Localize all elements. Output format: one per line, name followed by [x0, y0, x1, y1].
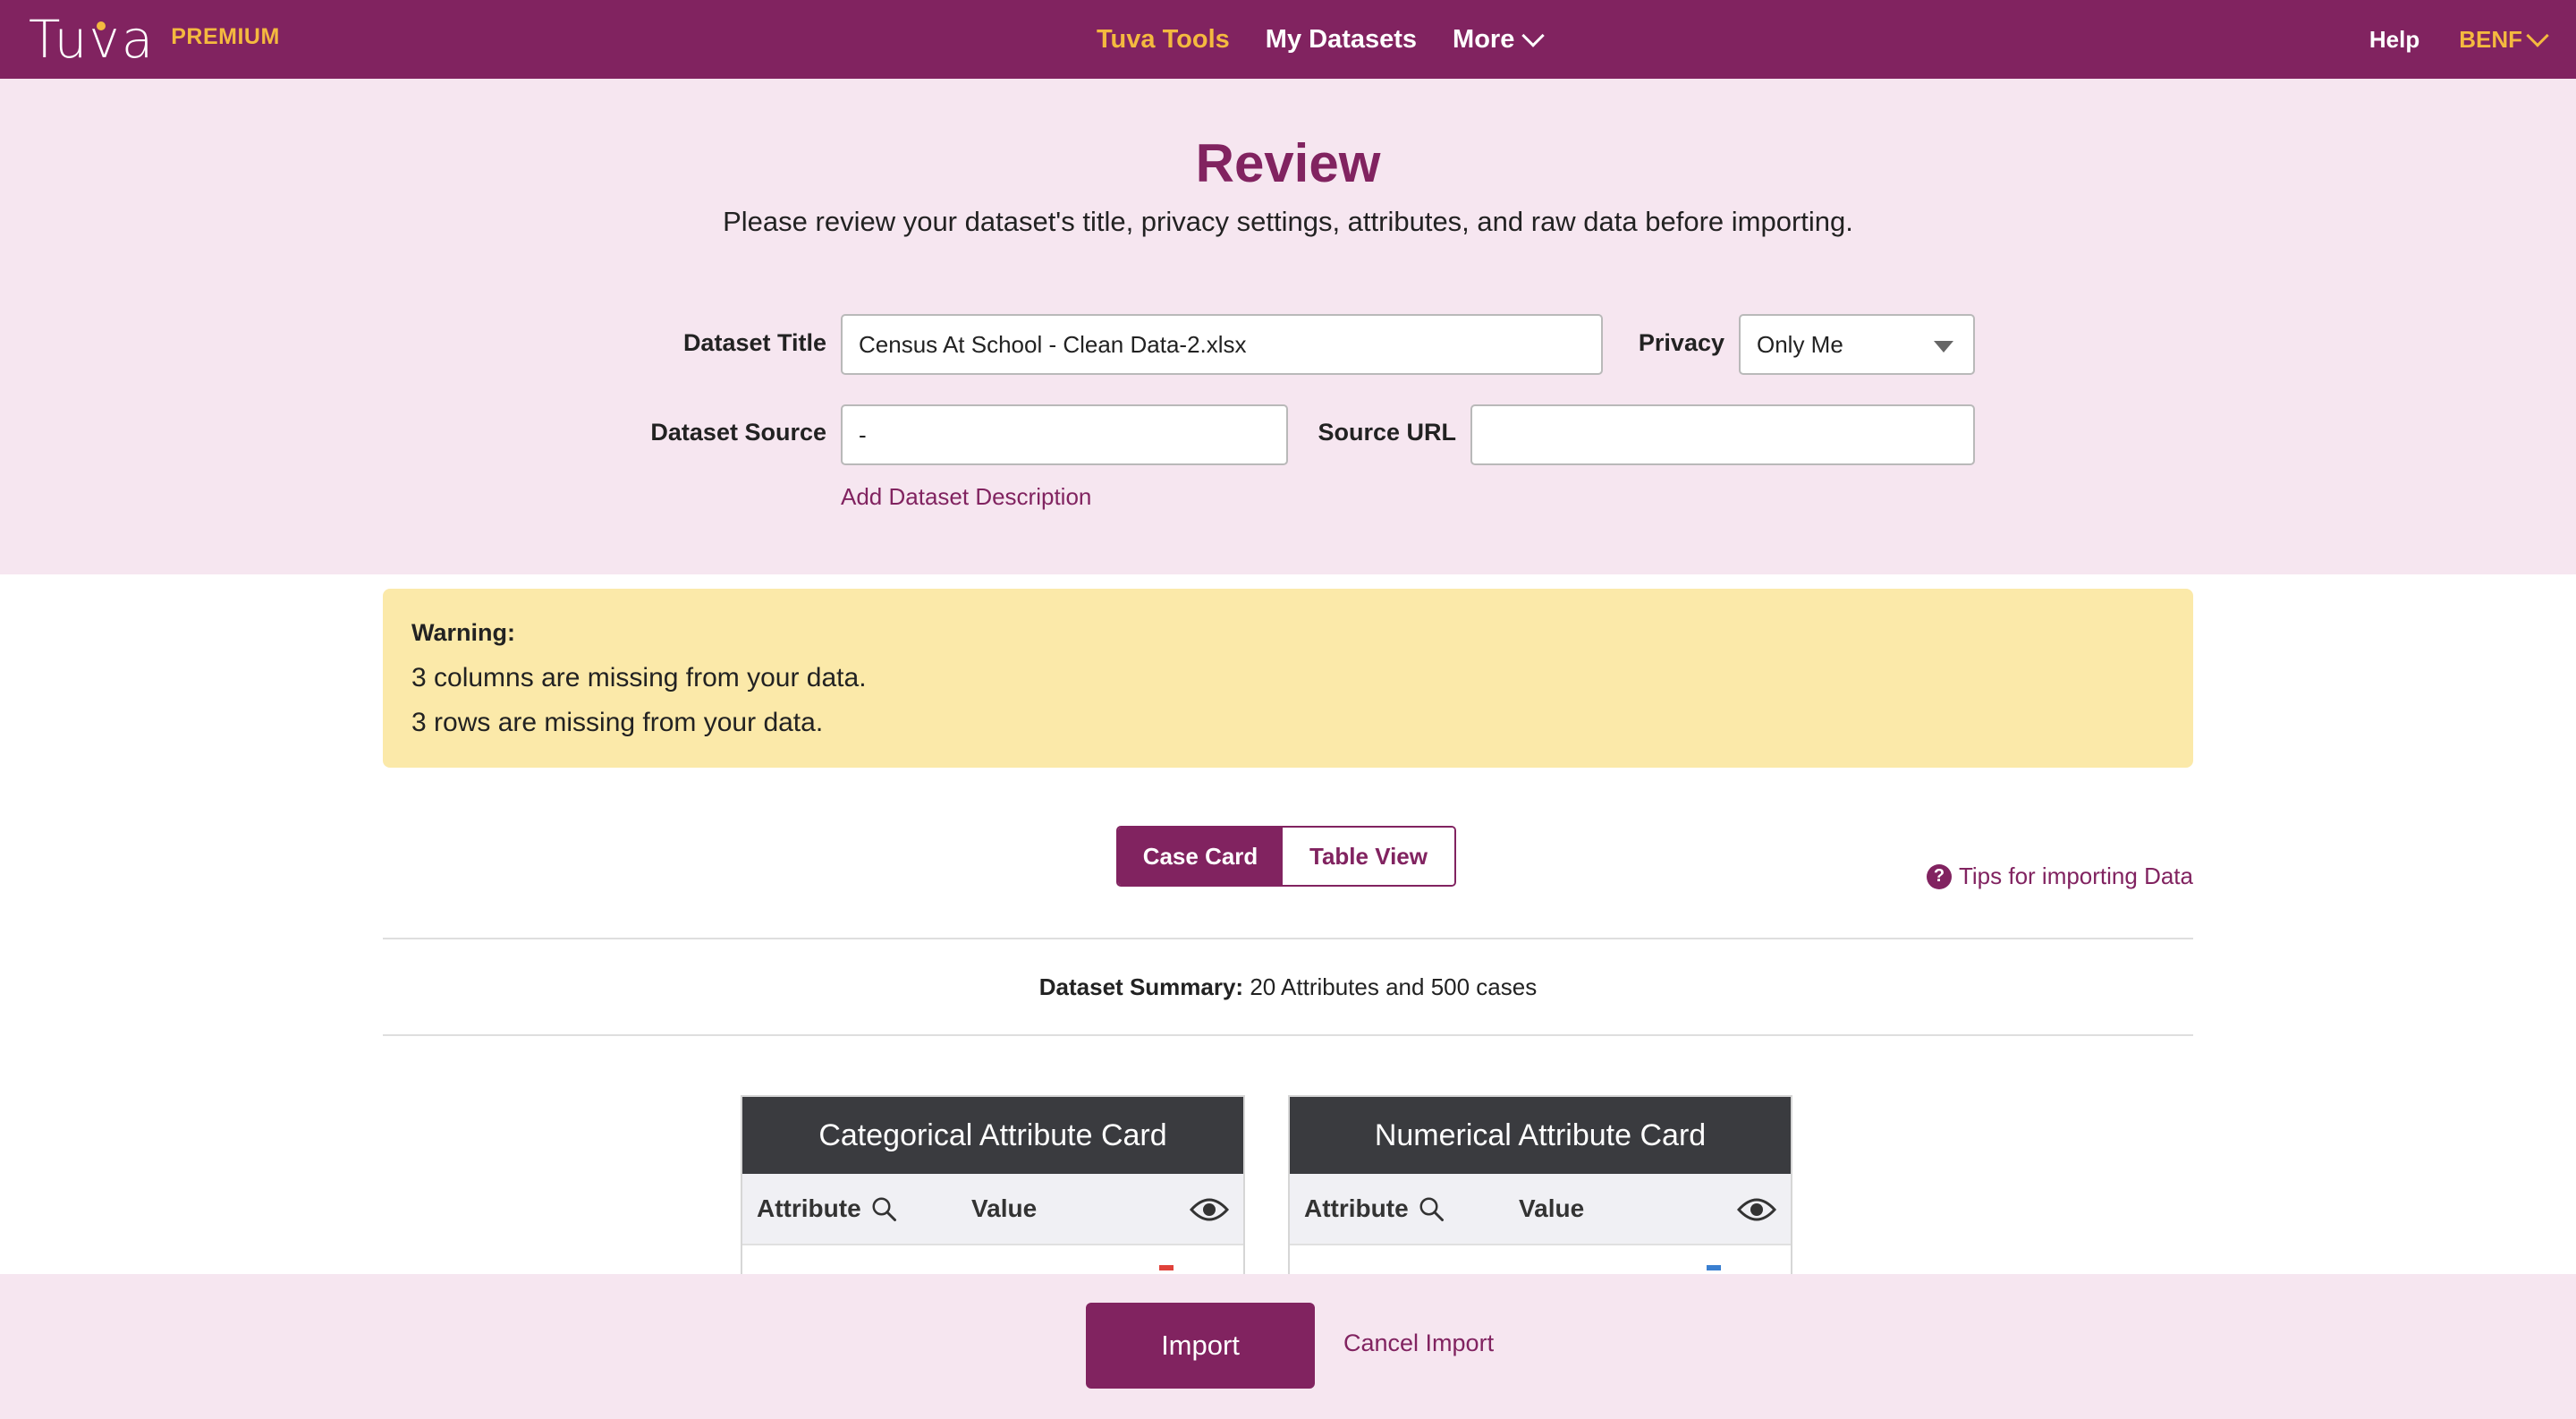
warning-line: 3 columns are missing from your data.	[411, 663, 867, 693]
top-navbar: Tuva PREMIUM Tuva Tools My Datasets More…	[0, 0, 2576, 79]
eye-icon[interactable]	[1190, 1195, 1229, 1224]
warning-line: 3 rows are missing from your data.	[411, 708, 824, 737]
search-icon[interactable]	[1418, 1195, 1445, 1222]
tuva-logo[interactable]: Tuva	[29, 9, 155, 70]
user-menu[interactable]: BENF	[2459, 24, 2549, 54]
logo-text: Tuva	[29, 9, 156, 70]
value-column-label: Value	[971, 1194, 1038, 1222]
dataset-summary: Dataset Summary: 20 Attributes and 500 c…	[0, 973, 2576, 1001]
nav-tuva-tools[interactable]: Tuva Tools	[1097, 25, 1230, 55]
privacy-label: Privacy	[1638, 329, 1724, 356]
logo-dot-icon	[97, 21, 106, 30]
card-header-row: Attribute Value	[1290, 1174, 1791, 1245]
categorical-attribute-card: Categorical Attribute Card Attribute Val…	[741, 1095, 1245, 1274]
nav-right: Help BENF	[2369, 0, 2549, 79]
attribute-color-mark	[1707, 1265, 1721, 1270]
nav-more-label: More	[1453, 24, 1515, 54]
user-name: BENF	[2459, 25, 2522, 53]
card-title: Numerical Attribute Card	[1290, 1097, 1791, 1174]
numerical-attribute-card: Numerical Attribute Card Attribute Value	[1288, 1095, 1792, 1274]
eye-icon[interactable]	[1737, 1195, 1776, 1224]
view-toggle: Case Card Table View	[1116, 826, 1456, 887]
premium-badge: PREMIUM	[171, 23, 280, 49]
nav-help[interactable]: Help	[2369, 26, 2419, 54]
warning-title: Warning:	[411, 619, 515, 646]
tips-label: Tips for importing Data	[1958, 862, 2193, 889]
attribute-column[interactable]: Attribute	[1304, 1194, 1445, 1223]
summary-text: 20 Attributes and 500 cases	[1250, 973, 1538, 1000]
divider	[383, 938, 2193, 939]
table-view-tab[interactable]: Table View	[1283, 828, 1454, 885]
chevron-down-icon	[1521, 24, 1546, 47]
card-header-row: Attribute Value	[742, 1174, 1243, 1245]
import-footer: Import Cancel Import	[0, 1274, 2576, 1419]
card-title: Categorical Attribute Card	[742, 1097, 1243, 1174]
attribute-column-label: Attribute	[1304, 1194, 1409, 1222]
value-column-label: Value	[1519, 1194, 1585, 1222]
dataset-source-label: Dataset Source	[650, 419, 826, 446]
help-circle-icon: ?	[1926, 863, 1952, 889]
tips-link[interactable]: ? Tips for importing Data	[1926, 862, 2193, 890]
review-panel: Review Please review your dataset's titl…	[0, 79, 2576, 574]
main-nav: Tuva Tools My Datasets More	[1097, 0, 1546, 79]
nav-more[interactable]: More	[1453, 24, 1546, 55]
import-button[interactable]: Import	[1086, 1303, 1315, 1389]
privacy-select[interactable]: Only Me	[1739, 314, 1975, 375]
dataset-title-label: Dataset Title	[682, 329, 826, 356]
dataset-title-value: Census At School - Clean Data-2.xlsx	[859, 330, 1247, 358]
cancel-import-link[interactable]: Cancel Import	[1343, 1330, 1494, 1357]
attribute-column-label: Attribute	[757, 1194, 861, 1222]
page-subtitle: Please review your dataset's title, priv…	[723, 206, 1853, 237]
search-icon[interactable]	[870, 1195, 897, 1222]
add-description-link[interactable]: Add Dataset Description	[841, 483, 1091, 511]
privacy-value: Only Me	[1757, 330, 1843, 358]
divider	[383, 1034, 2193, 1036]
dataset-source-value: -	[859, 421, 867, 448]
page-title: Review	[1195, 133, 1381, 193]
attribute-column[interactable]: Attribute	[757, 1194, 897, 1223]
summary-label: Dataset Summary:	[1038, 973, 1244, 1000]
source-url-input[interactable]	[1470, 404, 1975, 465]
brand[interactable]: Tuva PREMIUM	[29, 9, 280, 70]
attribute-color-mark	[1159, 1265, 1174, 1270]
nav-my-datasets[interactable]: My Datasets	[1266, 25, 1417, 55]
caret-down-icon	[1934, 341, 1953, 353]
dataset-source-input[interactable]: -	[841, 404, 1288, 465]
chevron-down-icon	[2526, 24, 2549, 47]
case-card-tab[interactable]: Case Card	[1118, 828, 1283, 885]
dataset-title-input[interactable]: Census At School - Clean Data-2.xlsx	[841, 314, 1603, 375]
warning-box: Warning: 3 columns are missing from your…	[383, 589, 2193, 768]
source-url-label: Source URL	[1318, 419, 1456, 446]
